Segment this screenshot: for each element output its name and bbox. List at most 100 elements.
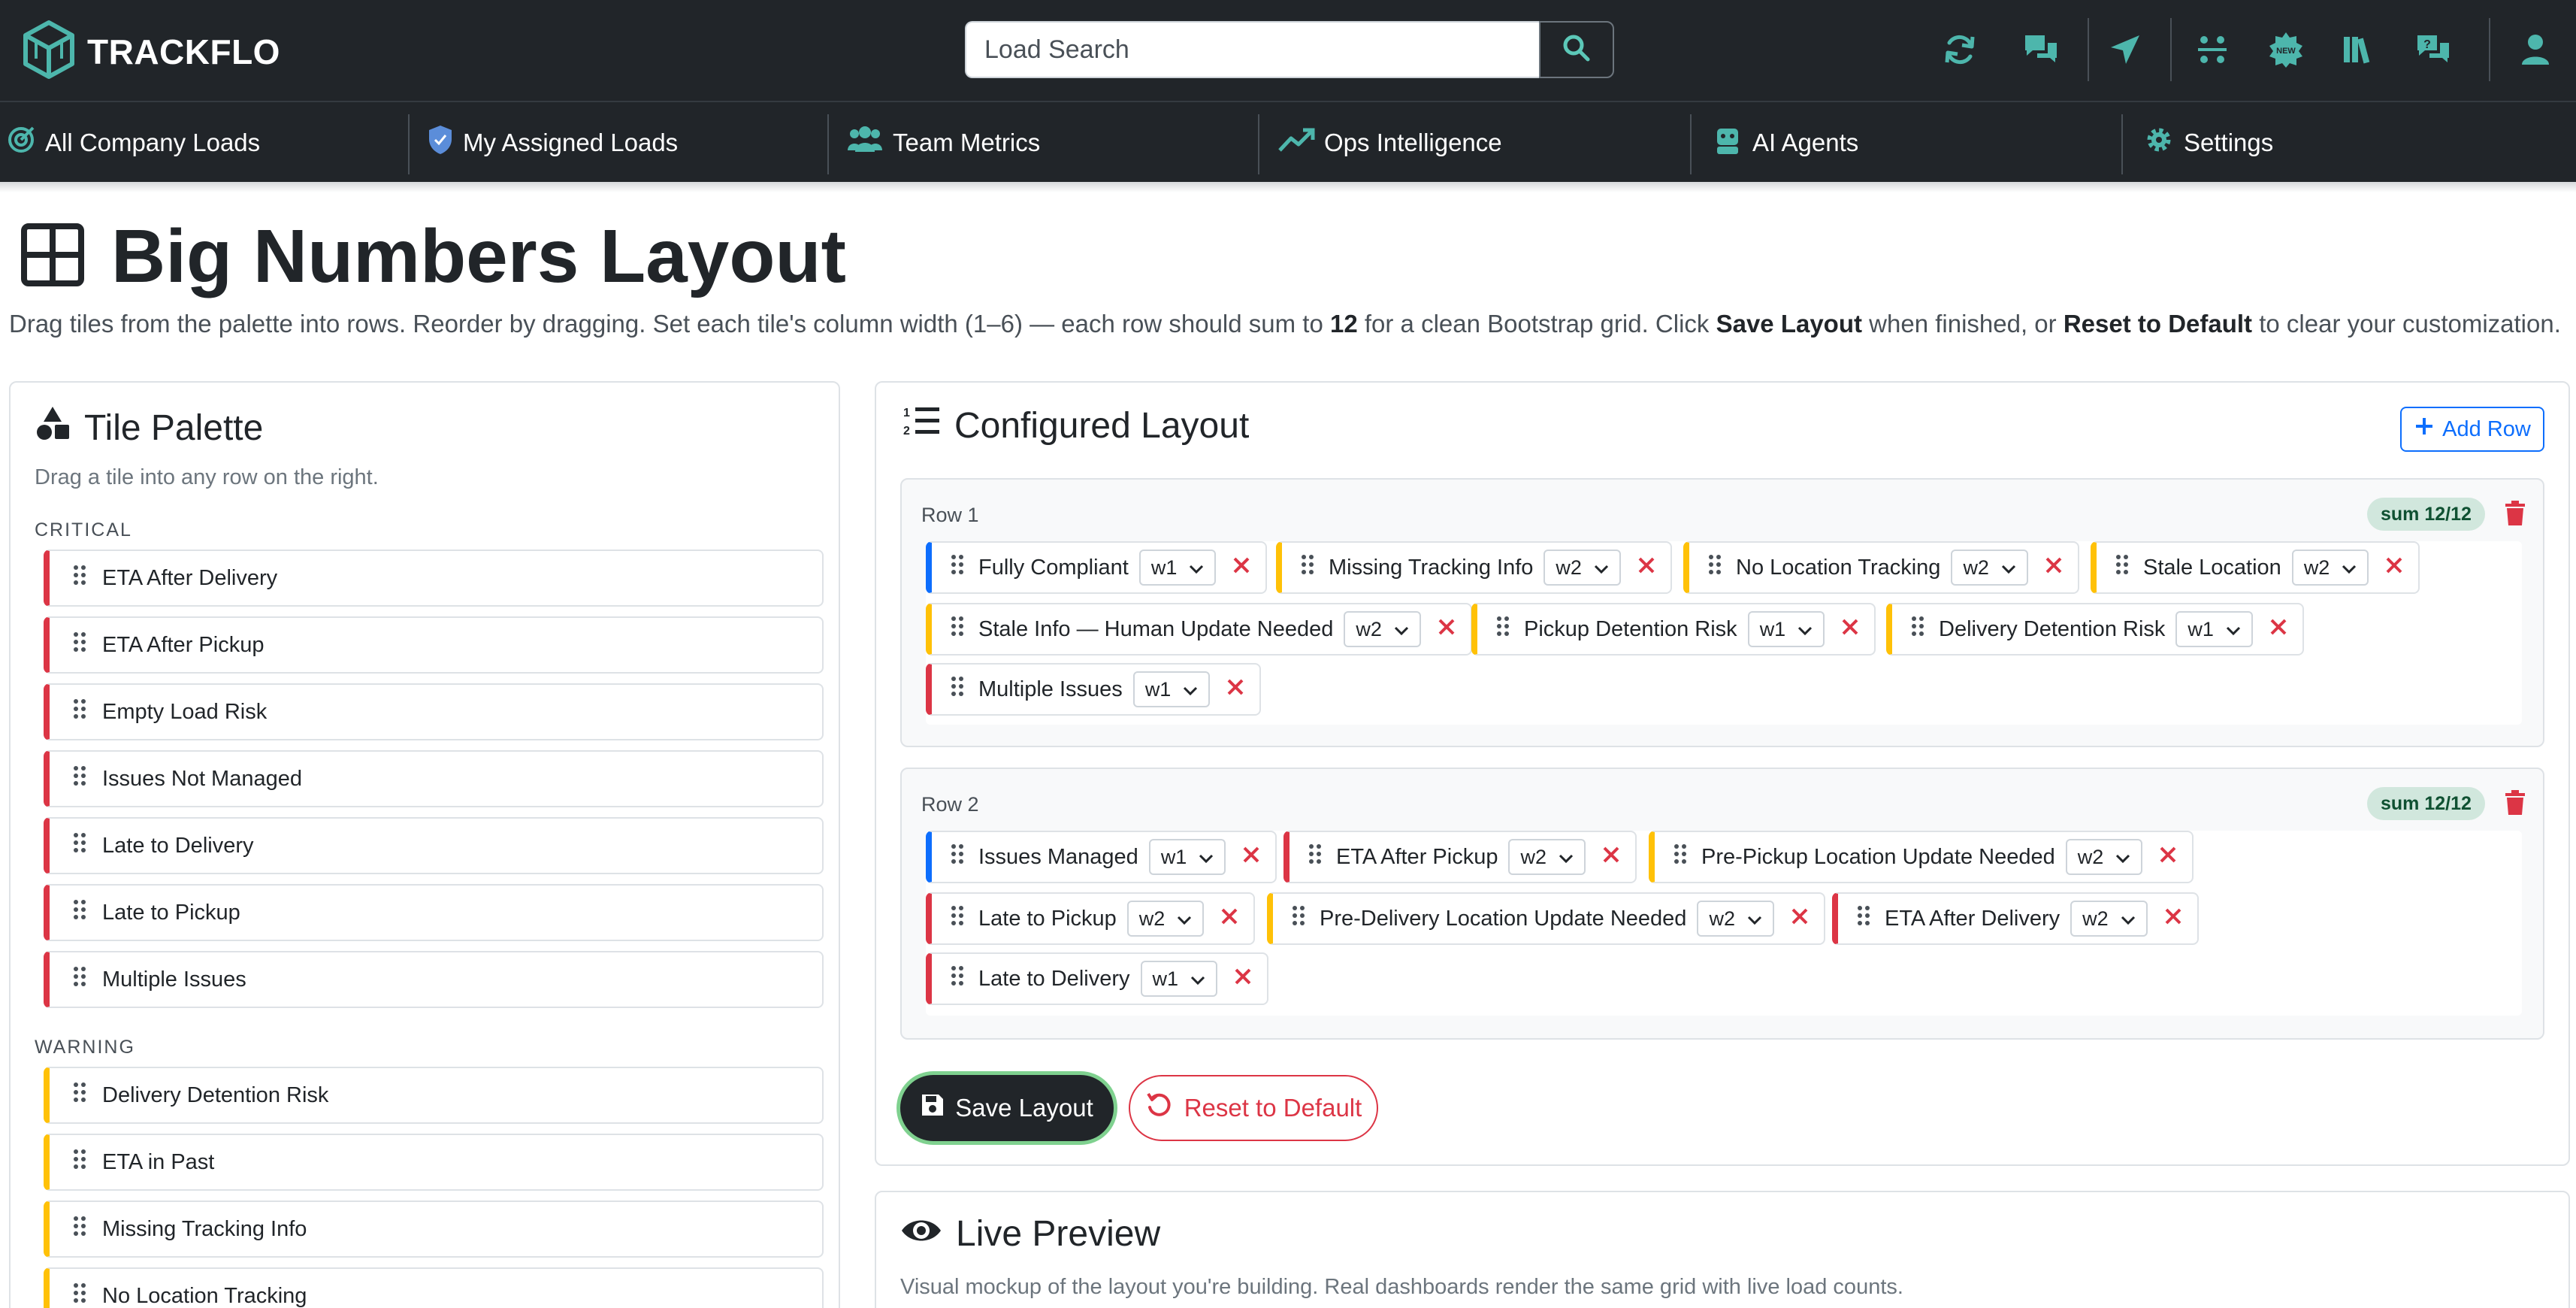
search-input[interactable]: [965, 21, 1539, 78]
remove-tile-icon[interactable]: [1242, 845, 1260, 870]
palette-tile[interactable]: Late to Delivery: [44, 817, 824, 874]
width-select[interactable]: w1: [1132, 671, 1211, 707]
search-button[interactable]: [1539, 21, 1614, 78]
width-select[interactable]: w1: [1138, 550, 1217, 586]
palette-tile[interactable]: Late to Pickup: [44, 884, 824, 941]
add-row-button[interactable]: Add Row: [2400, 407, 2544, 452]
layout-tile[interactable]: Late to Pickup w2: [926, 892, 1256, 945]
nav-all-company-loads[interactable]: All Company Loads: [6, 102, 260, 183]
palette-tile[interactable]: ETA After Pickup: [44, 616, 824, 674]
remove-tile-icon[interactable]: [1234, 967, 1252, 992]
palette-tile[interactable]: Multiple Issues: [44, 951, 824, 1008]
width-select[interactable]: w2: [1543, 550, 1621, 586]
books-icon[interactable]: [2336, 27, 2381, 72]
drag-handle-icon[interactable]: [1674, 843, 1686, 870]
width-select[interactable]: w1: [1140, 961, 1218, 997]
reset-default-button[interactable]: Reset to Default: [1129, 1075, 1378, 1141]
drag-handle-icon[interactable]: [951, 616, 963, 643]
drag-handle-icon[interactable]: [951, 965, 963, 992]
nav-team-metrics[interactable]: Team Metrics: [846, 102, 1040, 183]
width-select[interactable]: w2: [1344, 611, 1421, 647]
drag-handle-icon[interactable]: [74, 765, 86, 792]
width-select[interactable]: w2: [2065, 839, 2143, 875]
drag-handle-icon[interactable]: [74, 899, 86, 926]
drag-handle-icon[interactable]: [74, 1216, 86, 1243]
drag-handle-icon[interactable]: [951, 843, 963, 870]
width-select[interactable]: w2: [1951, 550, 2028, 586]
brand[interactable]: TRACKFLO: [21, 20, 280, 83]
width-select[interactable]: w1: [1148, 839, 1226, 875]
drag-handle-icon[interactable]: [74, 966, 86, 993]
drag-handle-icon[interactable]: [74, 698, 86, 725]
layout-tile[interactable]: Multiple Issues w1: [926, 663, 1262, 716]
layout-row-1[interactable]: Row 1 sum 12/12 Fully Compliant w1 Missing…: [900, 478, 2544, 747]
drag-handle-icon[interactable]: [74, 1282, 86, 1308]
remove-tile-icon[interactable]: [2159, 845, 2177, 870]
layout-tile[interactable]: Pre-Delivery Location Update Needed w2: [1267, 892, 1825, 945]
palette-tile[interactable]: No Location Tracking: [44, 1267, 824, 1308]
width-select[interactable]: w1: [2175, 611, 2253, 647]
drag-handle-icon[interactable]: [1309, 843, 1321, 870]
split-icon[interactable]: [2190, 27, 2235, 72]
send-icon[interactable]: [2103, 27, 2148, 72]
remove-tile-icon[interactable]: [1841, 617, 1859, 642]
nav-settings[interactable]: Settings: [2143, 102, 2273, 183]
new-badge-icon[interactable]: NEW: [2263, 27, 2308, 72]
drag-handle-icon[interactable]: [2116, 554, 2128, 581]
drag-handle-icon[interactable]: [74, 832, 86, 859]
refresh-icon[interactable]: [1937, 27, 1982, 72]
layout-tile[interactable]: Missing Tracking Info w2: [1276, 541, 1672, 594]
layout-tile[interactable]: No Location Tracking w2: [1683, 541, 2079, 594]
drag-handle-icon[interactable]: [74, 1082, 86, 1109]
user-icon[interactable]: [2513, 27, 2558, 72]
remove-tile-icon[interactable]: [1602, 845, 1620, 870]
nav-ops-intelligence[interactable]: Ops Intelligence: [1277, 102, 1502, 183]
layout-tile[interactable]: Stale Info — Human Update Needed w2: [926, 603, 1472, 656]
delete-row-icon[interactable]: [2504, 501, 2526, 530]
remove-tile-icon[interactable]: [2045, 556, 2063, 580]
layout-row-2[interactable]: Row 2 sum 12/12 Issues Managed w1 ETA Afte…: [900, 768, 2544, 1040]
remove-tile-icon[interactable]: [1232, 556, 1250, 580]
drag-handle-icon[interactable]: [951, 676, 963, 703]
drag-handle-icon[interactable]: [74, 565, 86, 592]
layout-tile[interactable]: Delivery Detention Risk w1: [1886, 603, 2304, 656]
drag-handle-icon[interactable]: [74, 631, 86, 659]
width-select[interactable]: w2: [1508, 839, 1586, 875]
layout-tile[interactable]: ETA After Pickup w2: [1283, 831, 1637, 883]
layout-tile[interactable]: Pre-Pickup Location Update Needed w2: [1649, 831, 2194, 883]
drag-handle-icon[interactable]: [951, 554, 963, 581]
palette-tile[interactable]: ETA in Past: [44, 1134, 824, 1191]
chat-icon[interactable]: [2018, 27, 2064, 72]
remove-tile-icon[interactable]: [2385, 556, 2403, 580]
layout-tile[interactable]: Fully Compliant w1: [926, 541, 1268, 594]
palette-tile[interactable]: Delivery Detention Risk: [44, 1067, 824, 1124]
width-select[interactable]: w2: [2070, 901, 2148, 937]
layout-tile[interactable]: Issues Managed w1: [926, 831, 1277, 883]
drag-handle-icon[interactable]: [74, 1149, 86, 1176]
remove-tile-icon[interactable]: [2164, 907, 2182, 931]
save-layout-button[interactable]: Save Layout: [900, 1075, 1114, 1141]
remove-tile-icon[interactable]: [1226, 677, 1244, 702]
drag-handle-icon[interactable]: [1497, 616, 1509, 643]
width-select[interactable]: w2: [2291, 550, 2369, 586]
width-select[interactable]: w2: [1126, 901, 1205, 937]
remove-tile-icon[interactable]: [2269, 617, 2287, 642]
drag-handle-icon[interactable]: [951, 905, 963, 932]
nav-my-assigned-loads[interactable]: My Assigned Loads: [427, 102, 678, 183]
layout-tile[interactable]: Stale Location w2: [2091, 541, 2420, 594]
palette-tile[interactable]: Issues Not Managed: [44, 750, 824, 807]
palette-tile[interactable]: Empty Load Risk: [44, 683, 824, 740]
width-select[interactable]: w2: [1697, 901, 1774, 937]
width-select[interactable]: w1: [1747, 611, 1825, 647]
palette-tile[interactable]: ETA After Delivery: [44, 550, 824, 607]
drag-handle-icon[interactable]: [1302, 554, 1314, 581]
drag-handle-icon[interactable]: [1858, 905, 1870, 932]
remove-tile-icon[interactable]: [1438, 617, 1456, 642]
remove-tile-icon[interactable]: [1791, 907, 1809, 931]
palette-tile[interactable]: Missing Tracking Info: [44, 1201, 824, 1258]
layout-tile[interactable]: Pickup Detention Risk w1: [1471, 603, 1876, 656]
drag-handle-icon[interactable]: [1912, 616, 1924, 643]
drag-handle-icon[interactable]: [1709, 554, 1721, 581]
drag-handle-icon[interactable]: [1293, 905, 1305, 932]
question-chat-icon[interactable]: ?: [2411, 27, 2456, 72]
